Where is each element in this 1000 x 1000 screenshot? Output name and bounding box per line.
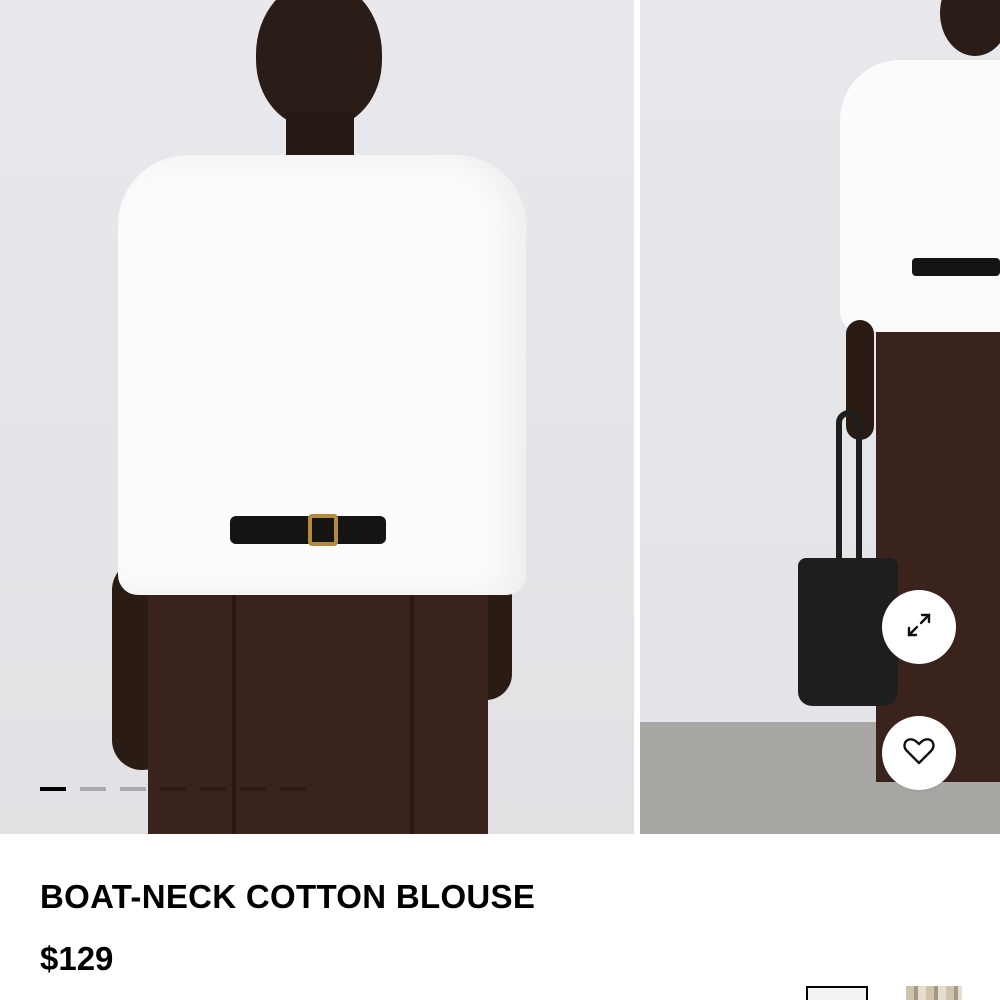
expand-arrows-icon <box>903 609 935 646</box>
model-head <box>256 0 382 128</box>
trousers <box>876 262 1000 782</box>
pager-dot[interactable] <box>280 787 306 791</box>
favorite-button[interactable] <box>882 716 956 790</box>
pager-dot[interactable] <box>200 787 226 791</box>
product-title: BOAT-NECK COTTON BLOUSE <box>40 878 536 915</box>
belt <box>912 258 1000 276</box>
pager-dot[interactable] <box>120 787 146 791</box>
color-swatch-check[interactable] <box>906 986 962 1000</box>
expand-button[interactable] <box>882 590 956 664</box>
product-image-gallery[interactable] <box>0 0 1000 834</box>
model-full-length-photo[interactable] <box>640 0 1000 834</box>
product-price: $129 <box>40 940 114 977</box>
color-swatch-white[interactable] <box>806 986 868 1000</box>
model-front-photo[interactable] <box>0 0 634 834</box>
belt-buckle <box>308 514 338 546</box>
pager-dot[interactable] <box>240 787 266 791</box>
gallery-pager[interactable] <box>40 787 306 791</box>
bag-handle <box>836 410 862 570</box>
pager-dot[interactable] <box>80 787 106 791</box>
model-head <box>940 0 1000 56</box>
trouser-pleat <box>410 560 414 834</box>
pager-dot[interactable] <box>40 787 66 791</box>
heart-icon <box>902 735 936 772</box>
pager-dot[interactable] <box>160 787 186 791</box>
trouser-pleat <box>232 560 236 834</box>
white-blouse <box>840 60 1000 332</box>
